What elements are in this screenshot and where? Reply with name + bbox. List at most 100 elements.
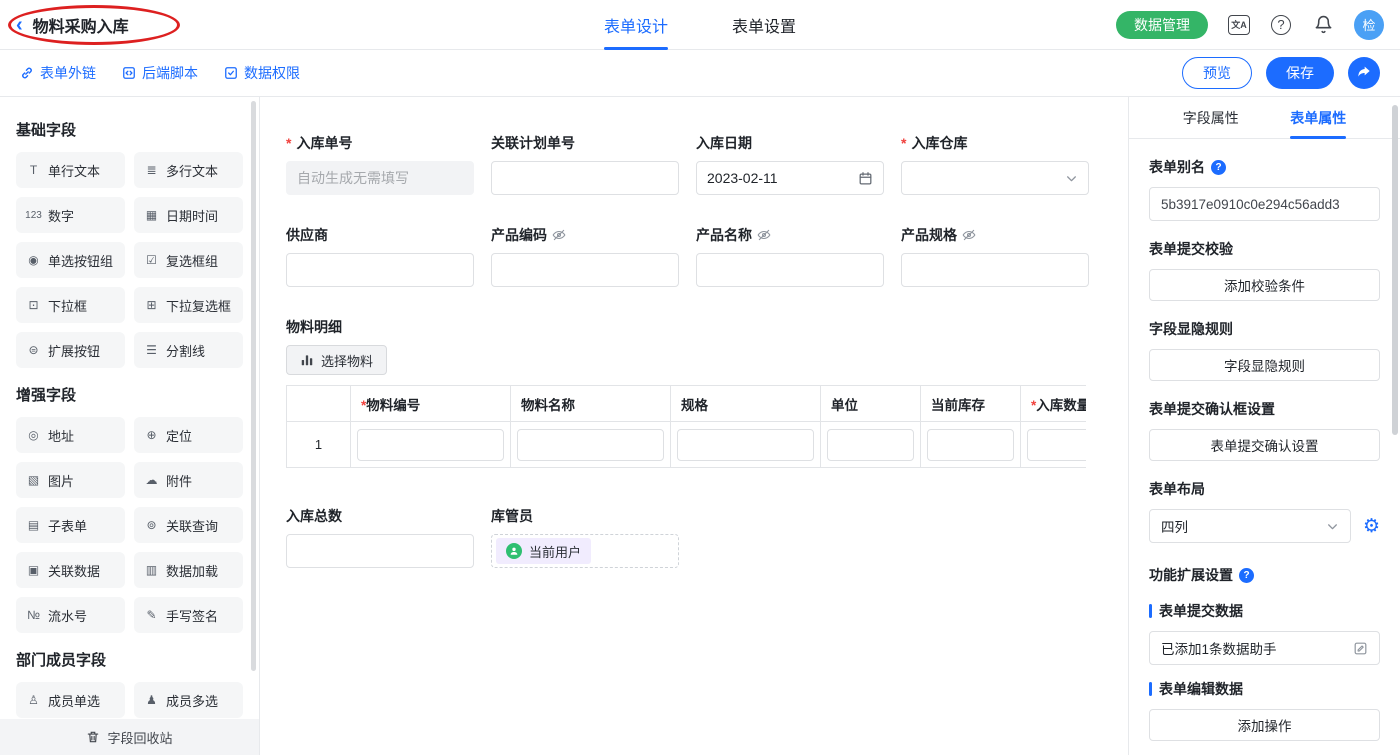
extension-help-icon[interactable]: ? xyxy=(1239,568,1254,583)
language-icon[interactable]: 文A xyxy=(1228,14,1250,36)
field-recycle-bin[interactable]: 字段回收站 xyxy=(0,719,260,755)
field-inbound-date[interactable]: 入库日期 2023-02-11 xyxy=(696,133,884,195)
field-product-code[interactable]: 产品编码 xyxy=(491,225,679,287)
product-code-input[interactable] xyxy=(502,262,668,278)
field-item-image[interactable]: ▧图片 xyxy=(16,462,125,498)
data-assistant-box[interactable]: 已添加1条数据助手 xyxy=(1149,631,1380,665)
link-icon xyxy=(20,66,34,80)
inbound-date-picker[interactable]: 2023-02-11 xyxy=(696,161,884,195)
help-icon[interactable]: ? xyxy=(1270,14,1292,36)
field-item-attachment[interactable]: ☁附件 xyxy=(134,462,243,498)
data-manage-button[interactable]: 数据管理 xyxy=(1116,11,1208,39)
unit-cell-input[interactable] xyxy=(827,429,914,461)
select-material-button[interactable]: 选择物料 xyxy=(286,345,387,375)
field-inbound-warehouse[interactable]: *入库仓库 xyxy=(901,133,1089,195)
backend-script-link[interactable]: 后端脚本 xyxy=(122,63,198,83)
radio-icon: ◉ xyxy=(25,253,42,267)
table-header-row: *物料编号 物料名称 规格 单位 当前库存 *入库数量 xyxy=(287,386,1087,422)
linked-data-icon: ▣ xyxy=(25,563,42,577)
back-button[interactable]: ‹ xyxy=(16,15,23,35)
related-plan-input[interactable] xyxy=(502,170,668,186)
field-product-spec[interactable]: 产品规格 xyxy=(901,225,1089,287)
field-inbound-number[interactable]: *入库单号 xyxy=(286,133,474,195)
tab-form-properties[interactable]: 表单属性 xyxy=(1290,97,1346,139)
user-avatar[interactable]: 检 xyxy=(1354,10,1384,40)
field-supplier[interactable]: 供应商 xyxy=(286,225,474,287)
panel-scrollbar[interactable] xyxy=(1392,105,1398,435)
field-item-single-line-text[interactable]: T单行文本 xyxy=(16,152,125,188)
material-name-cell-input[interactable] xyxy=(517,429,664,461)
field-item-location[interactable]: ⊕定位 xyxy=(134,417,243,453)
extension-settings-label: 功能扩展设置 ? xyxy=(1149,565,1380,585)
submit-confirm-label: 表单提交确认框设置 xyxy=(1149,399,1380,419)
layout-select[interactable]: 四列 xyxy=(1149,509,1351,543)
field-item-multi-line-text[interactable]: ≣多行文本 xyxy=(134,152,243,188)
multi-dropdown-icon: ⊞ xyxy=(143,298,160,312)
field-item-extend-button[interactable]: ⊜扩展按钮 xyxy=(16,332,125,368)
chevron-down-icon xyxy=(1065,172,1078,185)
table-corner-cell xyxy=(287,386,351,422)
data-load-icon: ▥ xyxy=(143,563,160,577)
member-single-icon: ♙ xyxy=(25,693,42,707)
material-code-cell-input[interactable] xyxy=(357,429,504,461)
edit-data-label: 表单编辑数据 xyxy=(1149,679,1380,699)
field-item-number[interactable]: 123数字 xyxy=(16,197,125,233)
product-spec-input[interactable] xyxy=(912,262,1078,278)
inbound-qty-cell-input[interactable] xyxy=(1027,429,1086,461)
preview-button[interactable]: 预览 xyxy=(1182,57,1252,89)
warehouse-select[interactable] xyxy=(901,161,1089,195)
field-item-radio-group[interactable]: ◉单选按钮组 xyxy=(16,242,125,278)
calendar-icon: ▦ xyxy=(143,208,160,222)
checkbox-icon: ☑ xyxy=(143,253,160,267)
attachment-icon: ☁ xyxy=(143,473,160,487)
field-item-address[interactable]: ◎地址 xyxy=(16,417,125,453)
share-button[interactable] xyxy=(1348,57,1380,89)
data-permission-link[interactable]: 数据权限 xyxy=(224,63,300,83)
field-item-dropdown[interactable]: ⊡下拉框 xyxy=(16,287,125,323)
keeper-value-box[interactable]: 当前用户 xyxy=(491,534,679,568)
inbound-total-input[interactable] xyxy=(297,543,463,559)
product-name-input[interactable] xyxy=(707,262,873,278)
field-library-sidebar: 基础字段 T单行文本 ≣多行文本 123数字 ▦日期时间 ◉单选按钮组 ☑复选框… xyxy=(0,97,260,755)
field-item-multi-dropdown[interactable]: ⊞下拉复选框 xyxy=(134,287,243,323)
field-item-linked-data[interactable]: ▣关联数据 xyxy=(16,552,125,588)
field-item-subform[interactable]: ▤子表单 xyxy=(16,507,125,543)
alias-help-icon[interactable]: ? xyxy=(1211,160,1226,175)
field-item-signature[interactable]: ✎手写签名 xyxy=(134,597,243,633)
field-related-plan-number[interactable]: 关联计划单号 xyxy=(491,133,679,195)
field-item-member-multi[interactable]: ♟成员多选 xyxy=(134,682,243,718)
col-spec: 规格 xyxy=(671,386,821,422)
sidebar-scrollbar[interactable] xyxy=(251,101,256,671)
number-icon: 123 xyxy=(25,210,42,221)
form-alias-input[interactable]: 5b3917e0910c0e294c56add3 xyxy=(1149,187,1380,221)
layout-gear-icon[interactable]: ⚙ xyxy=(1363,517,1380,536)
form-external-link[interactable]: 表单外链 xyxy=(20,63,96,83)
field-item-checkbox-group[interactable]: ☑复选框组 xyxy=(134,242,243,278)
field-item-serial-number[interactable]: №流水号 xyxy=(16,597,125,633)
field-item-member-single[interactable]: ♙成员单选 xyxy=(16,682,125,718)
field-item-linked-query[interactable]: ⊚关联查询 xyxy=(134,507,243,543)
tab-field-properties[interactable]: 字段属性 xyxy=(1183,97,1239,139)
add-validation-button[interactable]: 添加校验条件 xyxy=(1149,269,1380,301)
spec-cell-input[interactable] xyxy=(677,429,814,461)
col-material-name: 物料名称 xyxy=(511,386,671,422)
notification-bell-icon[interactable] xyxy=(1312,14,1334,36)
save-button[interactable]: 保存 xyxy=(1266,57,1334,89)
field-item-data-load[interactable]: ▥数据加载 xyxy=(134,552,243,588)
add-operation-button[interactable]: 添加操作 xyxy=(1149,709,1380,741)
location-icon: ⊕ xyxy=(143,428,160,442)
supplier-input[interactable] xyxy=(297,262,463,278)
field-item-divider[interactable]: ☰分割线 xyxy=(134,332,243,368)
field-inbound-total[interactable]: 入库总数 xyxy=(286,506,474,568)
inbound-number-input[interactable] xyxy=(297,170,463,186)
field-visibility-button[interactable]: 字段显隐规则 xyxy=(1149,349,1380,381)
material-detail-title: 物料明细 xyxy=(286,317,1128,337)
tab-form-settings[interactable]: 表单设置 xyxy=(732,0,796,50)
submit-confirm-button[interactable]: 表单提交确认设置 xyxy=(1149,429,1380,461)
current-user-tag[interactable]: 当前用户 xyxy=(496,538,591,564)
field-product-name[interactable]: 产品名称 xyxy=(696,225,884,287)
current-stock-cell-input[interactable] xyxy=(927,429,1014,461)
field-item-datetime[interactable]: ▦日期时间 xyxy=(134,197,243,233)
field-warehouse-keeper[interactable]: 库管员 当前用户 xyxy=(491,506,679,568)
tab-form-design[interactable]: 表单设计 xyxy=(604,0,668,50)
